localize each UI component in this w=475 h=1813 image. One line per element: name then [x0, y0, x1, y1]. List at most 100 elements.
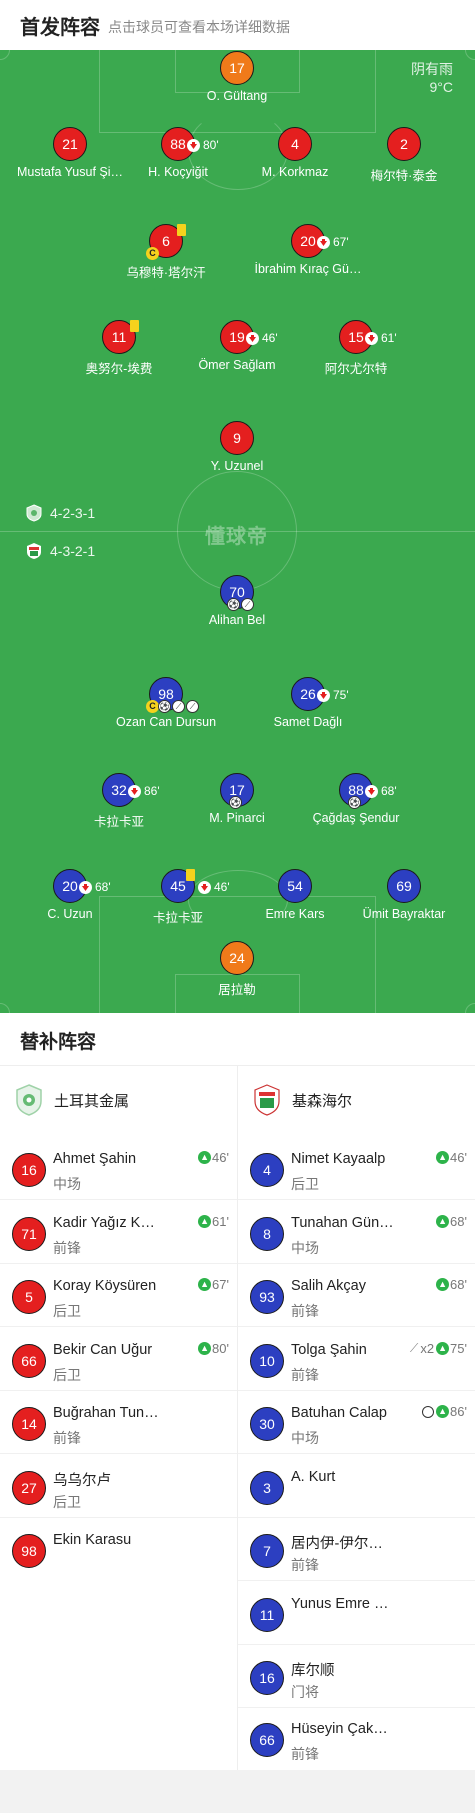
player-home-dm1[interactable]: 6 C 乌穆特·塔尔汗 [101, 224, 231, 281]
sub-row[interactable]: 98 Ekin Karasu [0, 1518, 237, 1581]
player-name: O. Gültang [206, 89, 268, 103]
player-home-rb[interactable]: 2 梅尔特·泰金 [339, 127, 469, 184]
sub-name: 库尔顺 [291, 1663, 335, 1679]
sub-in-icon: ▲ [436, 1405, 450, 1418]
player-away-cm3[interactable]: 88 68' ⚽ Çağdaş Şendur [291, 773, 421, 825]
sub-row[interactable]: 7 居内伊-伊尔… 前锋 [238, 1518, 475, 1581]
player-away-cb1[interactable]: 45 46' 卡拉卡亚 [113, 869, 243, 926]
sub-out-icon [317, 235, 330, 249]
sub-row[interactable]: 66 Bekir Can Uğur 后卫 ▲ 80' [0, 1328, 237, 1391]
sub-number: 4 [250, 1153, 284, 1187]
sub-row[interactable]: 30 Batuhan Calap 中场 ▲ 86' [238, 1391, 475, 1454]
sub-name: Ahmet Şahin [53, 1151, 137, 1167]
sub-name: Ekin Karasu [53, 1532, 132, 1548]
sub-minute: ▲ 86' [422, 1404, 467, 1419]
goal-ball-icon: ⚽ [348, 796, 361, 809]
home-team-logo-icon [16, 1084, 42, 1116]
sub-event: 80' [187, 129, 219, 161]
player-home-am2[interactable]: 19 46' Ömer Sağlam [172, 320, 302, 372]
player-number: 69 [387, 869, 421, 903]
pitch: 阴有雨 9°C 懂球帝 4-2-3-1 4-3-2-1 17 O. Gültan… [0, 50, 475, 1013]
player-number: 21 [53, 127, 87, 161]
sub-name: 居内伊-伊尔… [291, 1536, 383, 1552]
player-number: 11 [102, 320, 139, 354]
sub-row[interactable]: 16 库尔顺 门将 [238, 1645, 475, 1708]
goal-ball-icon [422, 1405, 435, 1418]
assist-boot-icon: ⟋ [409, 1341, 419, 1355]
home-team-name: 土耳其金属 [54, 1092, 130, 1110]
player-away-cm1[interactable]: 32 86' 卡拉卡亚 [54, 773, 184, 830]
weather-info: 阴有雨 9°C [411, 60, 453, 96]
sub-out-icon [246, 331, 259, 345]
player-home-gk[interactable]: 17 O. Gültang [172, 51, 302, 103]
player-home-dm2[interactable]: 20 67' İbrahim Kıraç Gü… [243, 224, 373, 276]
player-away-gk[interactable]: 24 居拉勒 [172, 941, 302, 998]
sub-name: Tolga Şahin [291, 1342, 367, 1358]
sub-event: 61' [365, 322, 397, 354]
sub-event: 68' [365, 775, 397, 807]
sub-number: 66 [250, 1723, 284, 1757]
player-away-rb[interactable]: 69 Ümit Bayraktar [339, 869, 469, 921]
sub-number: 14 [12, 1407, 46, 1441]
sub-number: 98 [12, 1534, 46, 1568]
sub-row[interactable]: 71 Kadir Yağız K… 前锋 ▲ 61' [0, 1201, 237, 1264]
sub-minute: ▲ 61' [198, 1214, 229, 1229]
sub-position: 后卫 [53, 1494, 81, 1510]
yellow-card-icon [130, 320, 139, 332]
home-formation: 4-2-3-1 [26, 504, 95, 522]
sub-in-icon: ▲ [436, 1215, 450, 1228]
player-away-am2[interactable]: 26 75' Samet Dağlı [243, 677, 373, 729]
player-name: 卡拉卡亚 [152, 911, 203, 925]
sub-name: 乌乌尔卢 [53, 1473, 111, 1489]
sub-number: 11 [250, 1598, 284, 1632]
sub-row[interactable]: 11 Yunus Emre … [238, 1582, 475, 1645]
sub-row[interactable]: 66 Hüseyin Çak… 前锋 [238, 1707, 475, 1770]
corner-tl [0, 50, 10, 60]
sub-event: 86' [128, 775, 160, 807]
player-away-cm2[interactable]: 17 ⚽ M. Pinarci [172, 773, 302, 825]
sub-row[interactable]: 5 Koray Köysüren 后卫 ▲ 67' [0, 1264, 237, 1327]
player-number: 45 46' [161, 869, 230, 903]
sub-in-icon: ▲ [436, 1151, 450, 1164]
sub-out-icon [79, 880, 92, 894]
sub-row[interactable]: 27 乌乌尔卢 后卫 [0, 1455, 237, 1518]
captain-badge: C [146, 247, 159, 260]
sub-position: 后卫 [53, 1367, 81, 1383]
player-name: 居拉勒 [218, 983, 256, 997]
sub-out-icon [198, 880, 211, 894]
player-home-cb1[interactable]: 88 80' H. Koçyiğit [113, 127, 243, 179]
sub-row[interactable]: 10 Tolga Şahin 前锋 ⟋ x2 ▲ 75' [238, 1328, 475, 1391]
player-number: 70 ⚽ ⟋ [220, 575, 254, 611]
goal-ball-icon: ⚽ [158, 700, 171, 713]
sub-minute: ⟋ x2 ▲ 75' [409, 1341, 467, 1356]
sub-minute: ▲ 67' [198, 1277, 229, 1292]
sub-position: 前锋 [291, 1303, 319, 1319]
sub-minute: ▲ 68' [436, 1277, 467, 1292]
player-away-st[interactable]: 70 ⚽ ⟋ Alihan Bel [172, 575, 302, 627]
sub-position: 中场 [291, 1430, 319, 1446]
player-away-am1[interactable]: 98 C ⚽ ⟋ ⟋ Ozan Can Dursun [101, 677, 231, 729]
sub-out-icon [128, 784, 141, 798]
substitutes-section: 替补阵容 土耳其金属 基森海尔 16 Ahmet Şahin 中场 ▲ 46' 7… [0, 1013, 475, 1813]
sub-row[interactable]: 3 A. Kurt [238, 1455, 475, 1518]
assist-boot-icon: ⟋ [186, 700, 199, 713]
weather-temperature: 9°C [429, 79, 454, 95]
away-team-badge-icon [27, 543, 41, 559]
player-home-am3[interactable]: 15 61' 阿尔尤尔特 [291, 320, 421, 377]
away-team-name: 基森海尔 [292, 1092, 353, 1110]
player-home-am1[interactable]: 11 奥努尔-埃费 [54, 320, 184, 377]
sub-row[interactable]: 8 Tunahan Gün… 中场 ▲ 68' [238, 1201, 475, 1264]
sub-in-icon: ▲ [198, 1278, 212, 1291]
player-name: Y. Uzunel [210, 459, 264, 473]
sub-number: 3 [250, 1471, 284, 1505]
player-home-st[interactable]: 9 Y. Uzunel [172, 421, 302, 473]
sub-row[interactable]: 14 Buğrahan Tun… 前锋 [0, 1391, 237, 1454]
sub-row[interactable]: 16 Ahmet Şahin 中场 ▲ 46' [0, 1137, 237, 1200]
player-number: 15 61' [339, 320, 397, 354]
corner-br [465, 1003, 475, 1013]
sub-row[interactable]: 4 Nimet Kayaalp 后卫 ▲ 46' [238, 1137, 475, 1200]
sub-row[interactable]: 93 Salih Akçay 前锋 ▲ 68' [238, 1264, 475, 1327]
home-formation-label: 4-2-3-1 [50, 505, 96, 521]
sub-position: 门将 [291, 1684, 319, 1700]
sub-minute: ▲ 80' [198, 1341, 229, 1356]
